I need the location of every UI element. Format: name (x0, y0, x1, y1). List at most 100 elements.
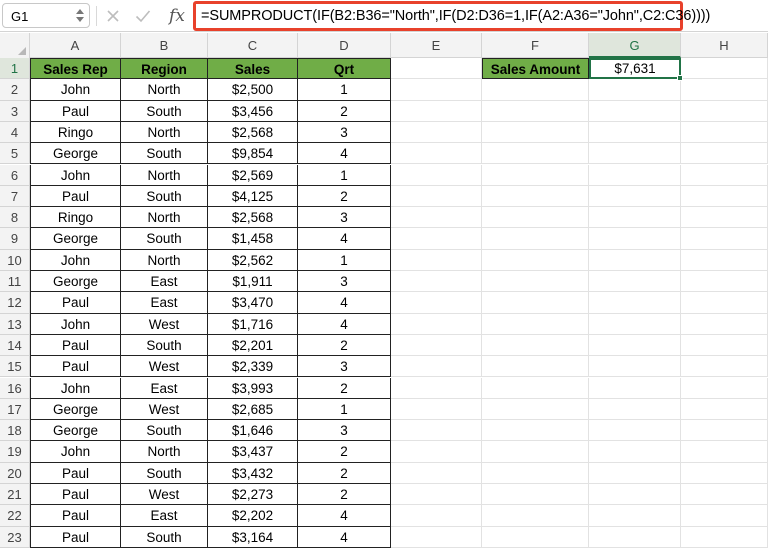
row-header[interactable]: 5 (0, 143, 30, 165)
cell-h15[interactable] (681, 356, 768, 378)
cell-a1[interactable]: Sales Rep (30, 58, 121, 80)
cell-a11[interactable]: George (30, 271, 121, 293)
cell-c17[interactable]: $2,685 (208, 398, 298, 421)
cell-b21[interactable]: West (121, 484, 208, 506)
cell-b10[interactable]: North (121, 249, 208, 271)
cell-c23[interactable]: $3,164 (208, 526, 298, 548)
cell-a13[interactable]: John (30, 313, 121, 335)
cell-h5[interactable] (681, 143, 768, 165)
cell-h18[interactable] (681, 420, 768, 442)
cell-c10[interactable]: $2,562 (208, 249, 298, 271)
cell-e8[interactable] (391, 207, 482, 229)
cell-b13[interactable]: West (121, 313, 208, 335)
cell-c16[interactable]: $3,993 (208, 377, 298, 399)
cell-f6[interactable] (482, 164, 589, 186)
cell-c13[interactable]: $1,716 (208, 313, 298, 335)
cell-b18[interactable]: South (121, 420, 208, 442)
cell-b4[interactable]: North (121, 121, 208, 144)
cell-b20[interactable]: South (121, 462, 208, 484)
cell-g17[interactable] (589, 398, 681, 421)
cell-c18[interactable]: $1,646 (208, 420, 298, 442)
cell-h16[interactable] (681, 377, 768, 399)
cell-a3[interactable]: Paul (30, 100, 121, 122)
row-header[interactable]: 15 (0, 356, 30, 378)
cell-b2[interactable]: North (121, 79, 208, 101)
cell-g2[interactable] (589, 79, 681, 101)
row-header[interactable]: 16 (0, 377, 30, 399)
cell-g7[interactable] (589, 185, 681, 208)
sales-amount-label[interactable]: Sales Amount (482, 58, 589, 80)
cell-c20[interactable]: $3,432 (208, 462, 298, 484)
cell-f2[interactable] (482, 79, 589, 101)
cell-g20[interactable] (589, 462, 681, 484)
cell-b22[interactable]: East (121, 505, 208, 527)
cell-e21[interactable] (391, 484, 482, 506)
cell-h19[interactable] (681, 441, 768, 463)
cell-h7[interactable] (681, 185, 768, 208)
row-header[interactable]: 18 (0, 420, 30, 442)
cell-d19[interactable]: 2 (298, 441, 391, 463)
cell-h4[interactable] (681, 121, 768, 144)
row-header[interactable]: 9 (0, 228, 30, 250)
cell-e13[interactable] (391, 313, 482, 335)
cell-a10[interactable]: John (30, 249, 121, 271)
cell-h21[interactable] (681, 484, 768, 506)
cell-d23[interactable]: 4 (298, 526, 391, 548)
cell-d18[interactable]: 3 (298, 420, 391, 442)
row-header[interactable]: 17 (0, 398, 30, 421)
cell-b6[interactable]: North (121, 164, 208, 186)
sales-amount-value[interactable]: $7,631 (589, 58, 681, 80)
cell-c8[interactable]: $2,568 (208, 207, 298, 229)
row-header[interactable]: 10 (0, 249, 30, 271)
cell-b9[interactable]: South (121, 228, 208, 250)
cell-c9[interactable]: $1,458 (208, 228, 298, 250)
cell-g6[interactable] (589, 164, 681, 186)
cell-e17[interactable] (391, 398, 482, 421)
cell-d12[interactable]: 4 (298, 292, 391, 314)
cell-b23[interactable]: South (121, 526, 208, 548)
cell-f19[interactable] (482, 441, 589, 463)
cell-a19[interactable]: John (30, 441, 121, 463)
cell-g5[interactable] (589, 143, 681, 165)
cell-h22[interactable] (681, 505, 768, 527)
cell-h6[interactable] (681, 164, 768, 186)
cell-f22[interactable] (482, 505, 589, 527)
cell-c19[interactable]: $3,437 (208, 441, 298, 463)
cell-f12[interactable] (482, 292, 589, 314)
cell-f4[interactable] (482, 121, 589, 144)
cell-g19[interactable] (589, 441, 681, 463)
cell-b17[interactable]: West (121, 398, 208, 421)
cell-e1[interactable] (391, 58, 482, 80)
cell-f23[interactable] (482, 526, 589, 548)
cell-e5[interactable] (391, 143, 482, 165)
cell-a22[interactable]: Paul (30, 505, 121, 527)
column-header-a[interactable]: A (30, 33, 121, 58)
cell-a14[interactable]: Paul (30, 334, 121, 357)
cell-d16[interactable]: 2 (298, 377, 391, 399)
cell-c3[interactable]: $3,456 (208, 100, 298, 122)
cell-a9[interactable]: George (30, 228, 121, 250)
cell-g13[interactable] (589, 313, 681, 335)
cell-b12[interactable]: East (121, 292, 208, 314)
cell-f15[interactable] (482, 356, 589, 378)
cell-f8[interactable] (482, 207, 589, 229)
insert-function-icon[interactable]: fx (164, 6, 190, 26)
cell-c4[interactable]: $2,568 (208, 121, 298, 144)
cell-e11[interactable] (391, 271, 482, 293)
cell-e16[interactable] (391, 377, 482, 399)
cell-a2[interactable]: John (30, 79, 121, 101)
cell-d7[interactable]: 2 (298, 185, 391, 208)
cell-e6[interactable] (391, 164, 482, 186)
cell-h12[interactable] (681, 292, 768, 314)
cell-e22[interactable] (391, 505, 482, 527)
cell-d13[interactable]: 4 (298, 313, 391, 335)
cell-h13[interactable] (681, 313, 768, 335)
cell-f16[interactable] (482, 377, 589, 399)
cell-d21[interactable]: 2 (298, 484, 391, 506)
cell-c11[interactable]: $1,911 (208, 271, 298, 293)
row-header[interactable]: 7 (0, 185, 30, 208)
cell-b19[interactable]: North (121, 441, 208, 463)
cell-a20[interactable]: Paul (30, 462, 121, 484)
cell-h1[interactable] (681, 58, 768, 80)
cell-d17[interactable]: 1 (298, 398, 391, 421)
